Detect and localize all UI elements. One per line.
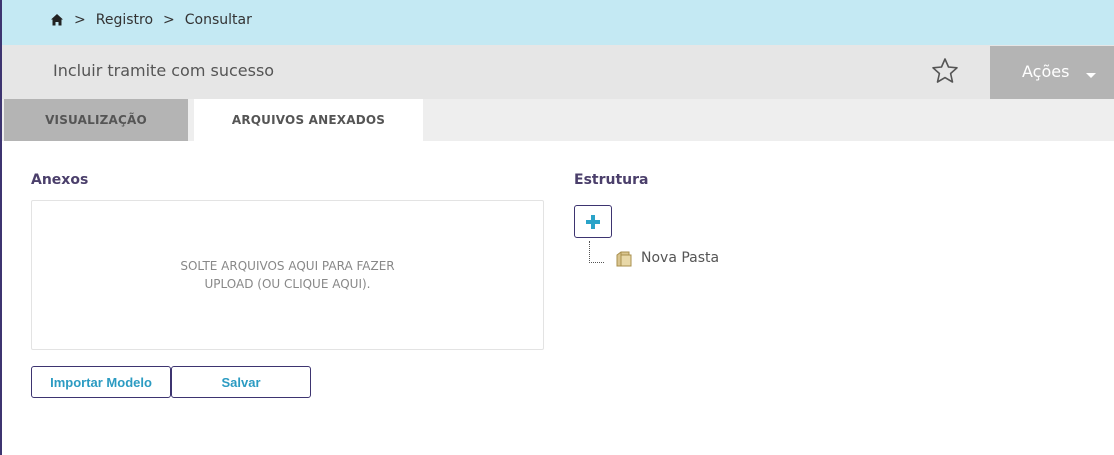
dropzone-text-line1: SOLTE ARQUIVOS AQUI PARA FAZER <box>180 259 395 273</box>
folder-icon <box>615 250 633 268</box>
star-icon <box>930 58 960 90</box>
page-title: Incluir tramite com sucesso <box>53 61 275 80</box>
breadcrumb-item-consultar[interactable]: Consultar <box>185 12 252 28</box>
save-button[interactable]: Salvar <box>171 366 311 398</box>
caret-down-icon <box>1086 73 1096 78</box>
tabs-bar: VISUALIZAÇÃO ARQUIVOS ANEXADOS <box>2 99 1114 141</box>
estrutura-label: Estrutura <box>574 172 649 188</box>
tab-visualizacao[interactable]: VISUALIZAÇÃO <box>4 99 188 141</box>
import-model-button[interactable]: Importar Modelo <box>31 366 171 398</box>
favorite-button[interactable] <box>930 56 960 86</box>
add-folder-button[interactable] <box>574 205 612 238</box>
breadcrumb-item-registro[interactable]: Registro <box>96 12 153 28</box>
actions-label: Ações <box>1022 62 1070 81</box>
actions-dropdown-button[interactable]: Ações <box>990 46 1114 99</box>
plus-icon <box>586 214 600 229</box>
breadcrumb-separator: > <box>74 12 86 28</box>
home-icon[interactable] <box>50 13 64 27</box>
breadcrumb: > Registro > Consultar <box>50 12 252 28</box>
anexos-label: Anexos <box>31 172 89 188</box>
breadcrumb-separator: > <box>163 12 175 28</box>
tree-connector <box>589 241 604 263</box>
file-dropzone[interactable]: SOLTE ARQUIVOS AQUI PARA FAZER UPLOAD (O… <box>31 200 544 350</box>
tab-arquivos-anexados[interactable]: ARQUIVOS ANEXADOS <box>194 99 423 141</box>
dropzone-text-line2: UPLOAD (OU CLIQUE AQUI). <box>204 277 371 291</box>
tree-item-nova-pasta[interactable]: Nova Pasta <box>641 250 719 266</box>
dropzone-text: SOLTE ARQUIVOS AQUI PARA FAZER UPLOAD (O… <box>32 257 543 293</box>
title-bar: Incluir tramite com sucesso Ações <box>2 45 1114 99</box>
breadcrumb-bar: > Registro > Consultar <box>2 0 1114 45</box>
